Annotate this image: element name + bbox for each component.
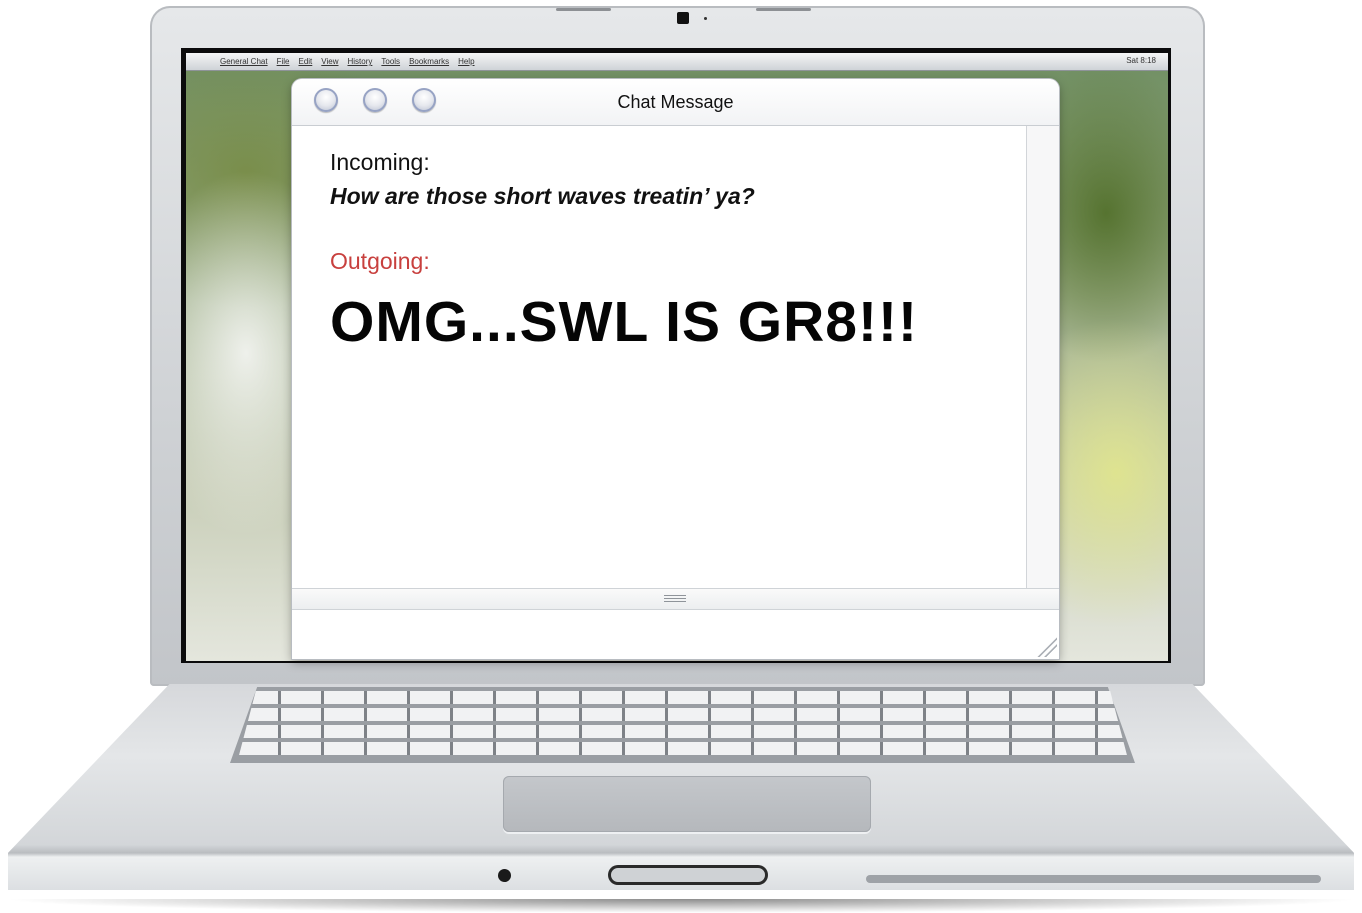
menu-file[interactable]: File: [277, 57, 290, 66]
incoming-label: Incoming:: [330, 149, 430, 175]
resize-grip-icon[interactable]: [1035, 635, 1057, 657]
camera-light: [704, 17, 707, 20]
menu-view[interactable]: View: [321, 57, 338, 66]
keyboard: [238, 691, 1128, 759]
incoming-message: How are those short waves treatin’ ya?: [330, 183, 755, 209]
drag-handle-icon[interactable]: [664, 595, 686, 596]
window-titlebar[interactable]: Chat Message: [292, 79, 1059, 126]
trackpad: [503, 776, 871, 832]
webcam: [677, 12, 689, 24]
laptop-shadow: [0, 899, 1362, 913]
chat-window: Chat Message Incoming: How are those sho…: [292, 79, 1059, 659]
message-compose-field[interactable]: [292, 610, 1059, 659]
window-title: Chat Message: [617, 92, 734, 112]
menu-history[interactable]: History: [347, 57, 372, 66]
menu-help[interactable]: Help: [458, 57, 474, 66]
menu-tools[interactable]: Tools: [381, 57, 400, 66]
sleep-indicator-light: [498, 869, 511, 882]
lid-latch-button: [608, 865, 768, 885]
split-divider[interactable]: [292, 588, 1059, 610]
menu-app-name[interactable]: General Chat: [220, 57, 268, 66]
optical-drive-slot: [866, 875, 1321, 883]
transcript-scrollbar[interactable]: [1026, 126, 1059, 588]
outgoing-message: OMG...SWL IS GR8!!!: [330, 290, 918, 354]
lid-notch-left: [556, 8, 611, 11]
lid-notch-right: [756, 8, 811, 11]
outgoing-label: Outgoing:: [330, 248, 430, 274]
menu-clock[interactable]: Sat 8:18: [1126, 56, 1156, 65]
menu-bar: General Chat File Edit View History Tool…: [186, 53, 1168, 71]
menu-edit[interactable]: Edit: [298, 57, 312, 66]
menu-bookmarks[interactable]: Bookmarks: [409, 57, 449, 66]
